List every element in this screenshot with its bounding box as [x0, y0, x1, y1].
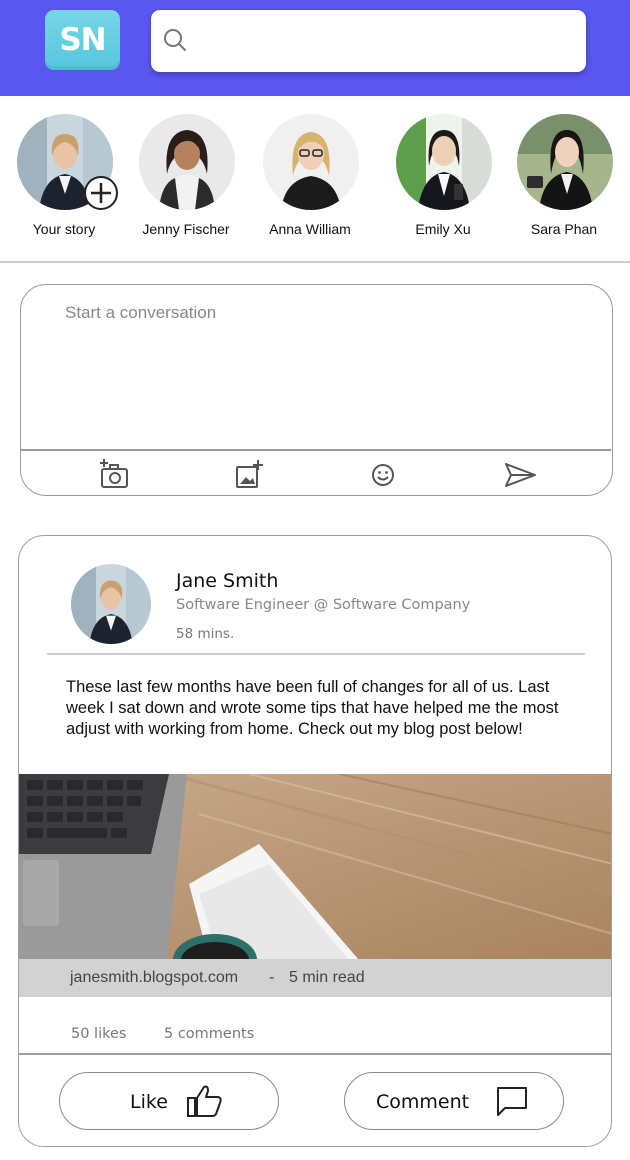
feed-post: Jane Smith Software Engineer @ Software … [18, 535, 612, 1147]
post-stats: 50 likes 5 comments [19, 1026, 611, 1048]
likes-count[interactable]: 50 likes [71, 1026, 126, 1042]
story-avatar[interactable] [517, 114, 613, 210]
add-story-button[interactable] [84, 176, 118, 210]
post-header-divider [47, 653, 585, 655]
composer-toolbar-divider [21, 449, 611, 451]
stories-divider [0, 261, 630, 263]
link-preview-image[interactable] [19, 774, 611, 960]
comment-button-label: Comment [376, 1091, 470, 1113]
comment-button[interactable]: Comment [344, 1072, 564, 1130]
camera-add-button[interactable] [97, 457, 133, 493]
story-label: Your story [32, 221, 96, 237]
thumbs-up-icon [187, 1085, 222, 1117]
author-avatar[interactable] [71, 564, 151, 644]
app-logo[interactable]: SN [45, 10, 120, 70]
story-avatar[interactable] [396, 114, 492, 210]
post-actions-divider [19, 1053, 611, 1055]
link-preview-photo [19, 774, 611, 960]
plus-icon [91, 183, 111, 203]
post-composer [20, 284, 613, 496]
link-url[interactable]: janesmith.blogspot.com [70, 959, 238, 997]
send-icon [505, 463, 536, 487]
link-preview-bar[interactable]: janesmith.blogspot.com - 5 min read [19, 959, 611, 997]
story-label: Emily Xu [415, 221, 471, 237]
search-icon[interactable] [162, 27, 188, 53]
image-add-icon [236, 460, 263, 488]
search-bar[interactable] [151, 10, 586, 72]
camera-add-icon [100, 459, 128, 488]
app-page: SN Your story Jenny Fischer Anna William… [0, 0, 630, 1160]
comments-count[interactable]: 5 comments [164, 1026, 254, 1042]
story-label: Anna William [269, 221, 351, 237]
like-button-label: Like [130, 1091, 168, 1113]
link-separator: - [269, 969, 275, 986]
story-avatar[interactable] [139, 114, 235, 210]
author-title: Software Engineer @ Software Company [176, 597, 471, 613]
author-name[interactable]: Jane Smith [176, 570, 278, 592]
post-timestamp: 58 mins. [176, 626, 235, 642]
story-avatar[interactable] [263, 114, 359, 210]
link-read-time: 5 min read [289, 969, 365, 986]
like-button[interactable]: Like [59, 1072, 279, 1130]
send-button[interactable] [502, 457, 538, 493]
emoji-icon [372, 464, 394, 486]
stories-row: Your story Jenny Fischer Anna William Em… [0, 104, 630, 254]
story-label: Jenny Fischer [142, 221, 230, 237]
top-header: SN [0, 0, 630, 96]
image-add-button[interactable] [231, 457, 267, 493]
search-input[interactable] [195, 24, 565, 58]
comment-icon [497, 1087, 527, 1116]
conversation-input[interactable] [65, 303, 585, 443]
emoji-button[interactable] [365, 457, 401, 493]
story-label: Sara Phan [530, 221, 598, 237]
post-body-text: These last few months have been full of … [66, 678, 559, 738]
